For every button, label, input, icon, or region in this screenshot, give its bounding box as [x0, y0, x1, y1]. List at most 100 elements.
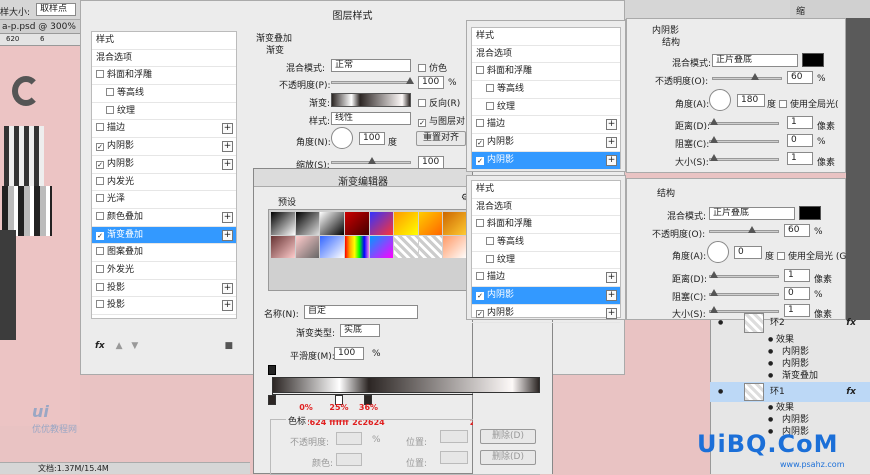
preset-swatch[interactable]	[271, 212, 295, 235]
style-item-checkbox[interactable]: ✓	[476, 292, 484, 301]
size-thumb[interactable]	[710, 154, 718, 161]
preset-swatch[interactable]	[369, 235, 394, 258]
style-item-checkbox[interactable]	[106, 88, 114, 97]
preset-swatch[interactable]	[443, 235, 467, 258]
plus-icon[interactable]: +	[222, 300, 233, 312]
sample-size-select[interactable]: 取样点	[36, 3, 76, 16]
style-item[interactable]: 等高线	[472, 81, 620, 99]
opacity-input[interactable]: 60	[784, 224, 810, 237]
blend-mode-select[interactable]: 正常	[331, 59, 411, 72]
style-item[interactable]: 描边 +	[472, 269, 620, 288]
angle-input[interactable]: 0	[734, 246, 762, 259]
preset-swatch[interactable]	[443, 212, 467, 235]
opacity-thumb[interactable]	[751, 73, 759, 80]
style-item[interactable]: 内发光	[92, 174, 236, 192]
arrow-down-icon[interactable]: ▼	[131, 341, 138, 351]
opacity-thumb[interactable]	[748, 226, 756, 233]
distance-slider[interactable]	[709, 271, 779, 278]
style-item[interactable]: ✓ 渐变叠加 +	[92, 226, 236, 245]
preset-swatch[interactable]	[394, 235, 418, 258]
opacity-slider[interactable]	[709, 226, 779, 233]
angle-dial[interactable]	[331, 127, 353, 149]
size-slider[interactable]	[709, 154, 779, 161]
preset-swatch[interactable]	[369, 212, 394, 235]
plus-icon[interactable]: +	[606, 154, 617, 166]
scale-thumb[interactable]	[368, 157, 376, 164]
choke-slider[interactable]	[709, 289, 779, 296]
shadow-color-swatch[interactable]	[799, 206, 821, 220]
angle-input[interactable]: 180	[737, 94, 765, 107]
layer-row[interactable]: ● 效果	[710, 402, 870, 414]
eye-icon[interactable]: ●	[768, 414, 773, 426]
document-tab[interactable]: a-p.psd @ 300% (	[0, 20, 80, 46]
opacity-slider[interactable]	[712, 73, 782, 80]
plus-icon[interactable]: +	[606, 272, 617, 284]
distance-input[interactable]: 1	[784, 269, 810, 282]
style-item[interactable]: 图案叠加	[92, 244, 236, 262]
eye-icon[interactable]: ●	[768, 402, 773, 414]
style-item[interactable]: ✓ 内阴影 +	[92, 138, 236, 156]
color-stop[interactable]	[268, 395, 276, 405]
choke-input[interactable]: 0	[784, 287, 810, 300]
style-item-checkbox[interactable]: ✓	[476, 139, 484, 148]
style-item[interactable]: 混合选项	[92, 50, 236, 68]
style-item[interactable]: 光泽	[92, 191, 236, 209]
trash-icon[interactable]: ■	[224, 341, 233, 351]
arrow-up-icon[interactable]: ▲	[116, 341, 123, 351]
style-item[interactable]: 投影 +	[92, 280, 236, 298]
distance-slider[interactable]	[709, 118, 779, 125]
style-item-checkbox[interactable]	[476, 272, 484, 281]
style-item-checkbox[interactable]	[96, 300, 104, 309]
style-item-checkbox[interactable]	[486, 237, 494, 246]
style-item[interactable]: 混合选项	[472, 46, 620, 64]
style-item-checkbox[interactable]	[96, 282, 104, 291]
shadow-color-swatch[interactable]	[802, 53, 824, 67]
style-item[interactable]: ✓ 内阴影 +	[472, 287, 620, 305]
choke-thumb[interactable]	[710, 289, 718, 296]
plus-icon[interactable]: +	[606, 307, 617, 319]
opacity-input[interactable]: 60	[787, 71, 813, 84]
choke-thumb[interactable]	[710, 136, 718, 143]
style-item-checkbox[interactable]: ✓	[96, 143, 104, 152]
type-select[interactable]: 实底	[340, 324, 380, 337]
plus-icon[interactable]: +	[606, 290, 617, 302]
choke-input[interactable]: 0	[787, 134, 813, 147]
opacity-input[interactable]: 100	[418, 76, 444, 89]
style-item[interactable]: 投影 +	[92, 297, 236, 315]
style-item[interactable]: 外发光	[92, 262, 236, 280]
style-item[interactable]: 等高线	[472, 234, 620, 252]
reverse-cb[interactable]	[418, 99, 426, 107]
eye-icon[interactable]: ●	[768, 358, 773, 370]
reverse-checkbox[interactable]: 反向(R)	[418, 96, 460, 109]
style-item[interactable]: ✓ 内阴影 +	[472, 305, 620, 323]
style-item[interactable]: 混合选项	[472, 199, 620, 217]
style-item[interactable]: ✓ 内阴影 +	[472, 151, 620, 170]
style-item-checkbox[interactable]: ✓	[96, 160, 104, 169]
fx-icon[interactable]: fx	[95, 341, 105, 351]
align-cb[interactable]: ✓	[418, 119, 426, 127]
distance-thumb[interactable]	[710, 271, 718, 278]
delete-opacity-stop-button[interactable]: 删除(D)	[480, 429, 536, 444]
plus-icon[interactable]: +	[606, 119, 617, 131]
style-item[interactable]: ✓ 内阴影 +	[472, 134, 620, 152]
style-item-checkbox[interactable]: ✓	[96, 231, 104, 240]
distance-input[interactable]: 1	[787, 116, 813, 129]
style-item[interactable]: 等高线	[92, 85, 236, 103]
style-item[interactable]: 纹理	[472, 99, 620, 117]
plus-icon[interactable]: +	[606, 137, 617, 149]
style-item[interactable]: ✓ 内阴影 +	[92, 156, 236, 174]
dither-checkbox[interactable]: 仿色	[418, 61, 447, 74]
style-select[interactable]: 线性	[331, 112, 411, 125]
blend-mode-select[interactable]: 正片叠底	[709, 207, 795, 220]
eye-icon[interactable]: ●	[768, 346, 773, 358]
eye-icon[interactable]: ●	[718, 382, 723, 402]
style-item-checkbox[interactable]	[476, 219, 484, 228]
opacity-thumb[interactable]	[406, 77, 414, 84]
name-input[interactable]: 自定	[304, 305, 418, 319]
plus-icon[interactable]: +	[222, 158, 233, 170]
plus-icon[interactable]: +	[222, 123, 233, 135]
stop-color-location-input[interactable]	[440, 451, 468, 464]
delete-color-stop-button[interactable]: 删除(D)	[480, 450, 536, 465]
opacity-slider[interactable]	[331, 77, 414, 84]
choke-slider[interactable]	[709, 136, 779, 143]
